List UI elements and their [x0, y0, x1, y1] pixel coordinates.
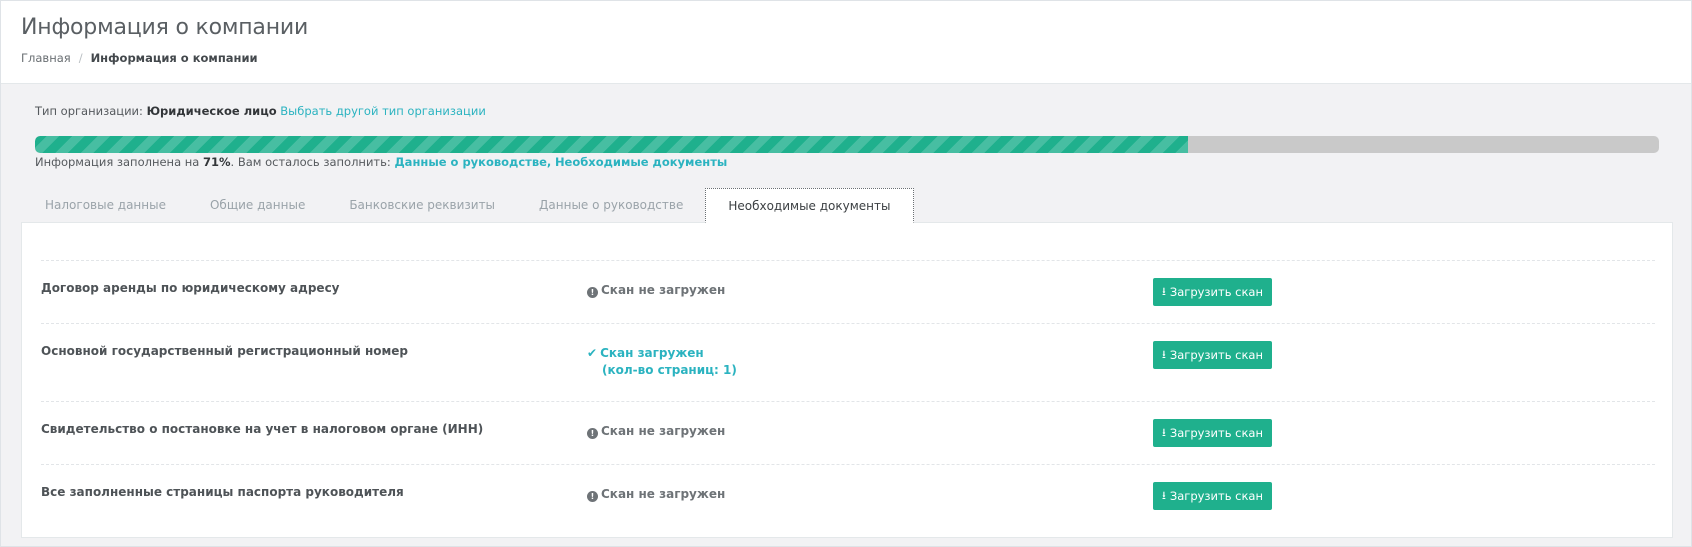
remaining-link-manager-data[interactable]: Данные о руководстве [394, 155, 546, 169]
document-status: ✔ Скан загружен (кол-во страниц: 1) [587, 346, 737, 377]
change-org-type-link[interactable]: Выбрать другой тип организации [280, 104, 486, 118]
document-status-text: Скан не загружен [601, 424, 726, 438]
upload-scan-button[interactable]: ⭳ Загрузить скан [1153, 341, 1272, 369]
documents-panel: Договор аренды по юридическому адресу ! С… [21, 222, 1673, 538]
breadcrumb-current: Информация о компании [90, 51, 258, 65]
tab-bank-details[interactable]: Банковские реквизиты [327, 188, 517, 223]
document-status-text: Скан не загружен [601, 283, 726, 297]
document-status: ! Скан не загружен [587, 487, 725, 502]
download-icon: ⭳ [1162, 488, 1166, 502]
document-status: ! Скан не загружен [587, 283, 725, 298]
document-name: Все заполненные страницы паспорта руково… [41, 485, 404, 499]
upload-scan-button[interactable]: ⭳ Загрузить скан [1153, 482, 1272, 510]
upload-scan-button[interactable]: ⭳ Загрузить скан [1153, 419, 1272, 447]
document-status-text: Скан загружен [600, 346, 704, 360]
progress-note-prefix: Информация заполнена на [35, 155, 200, 169]
completion-progress-bar [35, 136, 1659, 153]
upload-scan-label: Загрузить скан [1169, 348, 1263, 362]
document-name: Основной государственный регистрационный… [41, 344, 409, 358]
org-type-label: Тип организации: [35, 104, 143, 118]
progress-note: Информация заполнена на 71%. Вам осталос… [35, 155, 727, 169]
document-row: Договор аренды по юридическому адресу ! С… [41, 260, 1655, 323]
download-icon: ⭳ [1162, 425, 1166, 439]
tab-required-documents[interactable]: Необходимые документы [705, 188, 914, 223]
exclamation-circle-icon: ! [587, 287, 598, 298]
tab-tax-data[interactable]: Налоговые данные [23, 188, 188, 223]
document-row: Свидетельство о постановке на учет в нал… [41, 401, 1655, 464]
download-icon: ⭳ [1162, 284, 1166, 298]
org-type-value: Юридическое лицо [146, 104, 277, 118]
document-status-text: Скан не загружен [601, 487, 726, 501]
page-title: Информация о компании [21, 15, 309, 40]
upload-scan-label: Загрузить скан [1169, 489, 1263, 503]
download-icon: ⭳ [1162, 347, 1166, 361]
progress-percent: 71% [203, 155, 231, 169]
remaining-separator: , [546, 155, 552, 169]
check-icon: ✔ [587, 346, 598, 360]
document-name: Свидетельство о постановке на учет в нал… [41, 422, 484, 436]
document-name: Договор аренды по юридическому адресу [41, 281, 340, 295]
upload-scan-label: Загрузить скан [1169, 426, 1263, 440]
breadcrumb: Главная / Информация о компании [21, 51, 258, 65]
exclamation-circle-icon: ! [587, 428, 598, 439]
exclamation-circle-icon: ! [587, 491, 598, 502]
app-window: Информация о компании Главная / Информация… [0, 0, 1692, 547]
remaining-link-documents[interactable]: Необходимые документы [555, 155, 727, 169]
progress-fill [35, 136, 1189, 153]
tab-manager-data[interactable]: Данные о руководстве [517, 188, 705, 223]
document-status: ! Скан не загружен [587, 424, 725, 439]
tab-general-data[interactable]: Общие данные [188, 188, 327, 223]
page-header: Информация о компании Главная / Информация… [1, 1, 1691, 84]
tab-bar: Налоговые данные Общие данные Банковские… [23, 188, 914, 223]
breadcrumb-home-link[interactable]: Главная [21, 51, 71, 65]
document-row: Основной государственный регистрационный… [41, 323, 1655, 401]
document-row: Все заполненные страницы паспорта руково… [41, 464, 1655, 530]
upload-scan-button[interactable]: ⭳ Загрузить скан [1153, 278, 1272, 306]
document-status-pages: (кол-во страниц: 1) [602, 363, 737, 377]
breadcrumb-separator: / [78, 51, 83, 65]
organization-type: Тип организации: Юридическое лицо Выбрат… [35, 104, 486, 118]
progress-note-middle: . Вам осталось заполнить: [230, 155, 391, 169]
upload-scan-label: Загрузить скан [1169, 285, 1263, 299]
